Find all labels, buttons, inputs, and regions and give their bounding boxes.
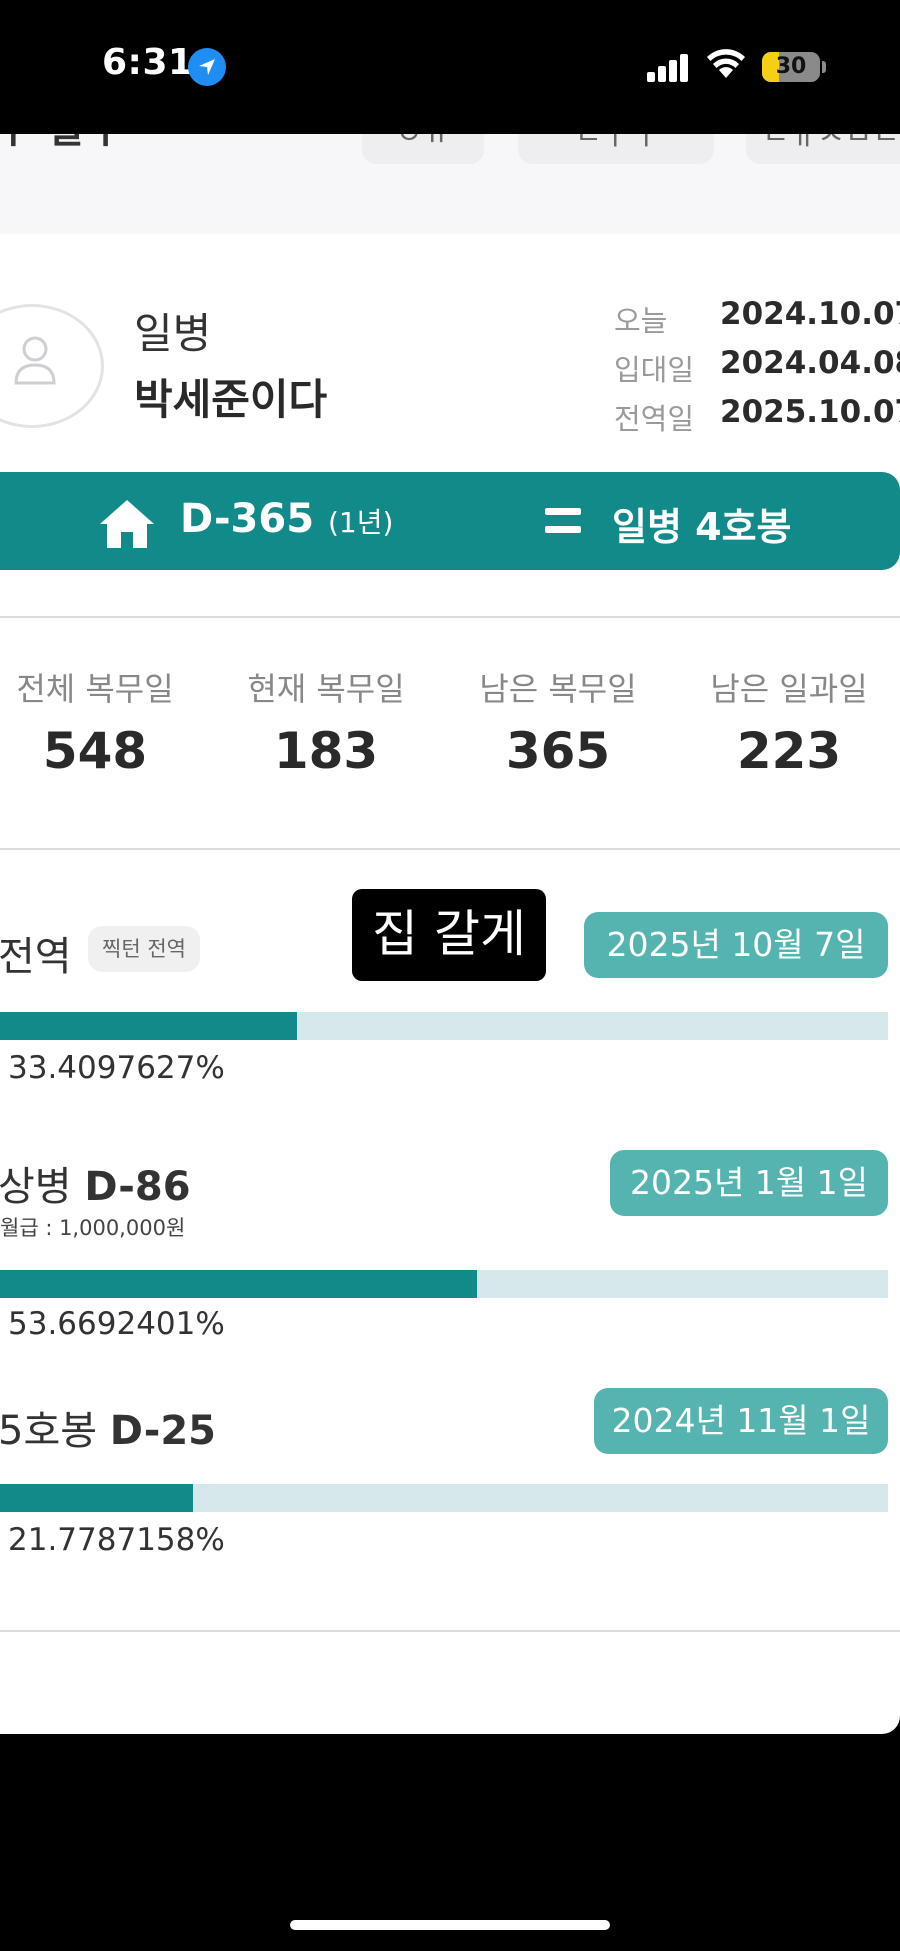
battery-cap (822, 61, 826, 73)
status-bar: 6:31 30 (0, 0, 900, 134)
discharge-date-badge[interactable]: 2025년 10월 7일 (584, 912, 888, 978)
promotion-progress-bar (0, 1270, 888, 1298)
dday-value: D-365 (180, 496, 315, 542)
promotion-date-badge[interactable]: 2025년 1월 1일 (610, 1150, 888, 1216)
stat-value: 183 (273, 722, 379, 780)
promotion-progress-fill (0, 1270, 477, 1298)
today-value: 2024.10.07 (720, 296, 900, 332)
promotion-rank: 상병 (0, 1164, 72, 1210)
pay-step: 일병 4호봉 (612, 505, 792, 549)
enlist-label: 입대일 (614, 353, 695, 387)
status-time: 6:31 (102, 42, 194, 83)
divider (0, 848, 900, 850)
app-header: ㅏ 일ㅕ ㅇㅠ ㄷㅏㅓ ㄷㅐㅅㅁㄷ (0, 134, 900, 234)
discharge-row-title: 전역 (0, 934, 72, 980)
salary-text: 월급 : 1,000,000원 (0, 1216, 186, 1240)
step-name: 5호봉 (0, 1408, 98, 1454)
home-icon (100, 500, 154, 548)
stat-label: 전체 복무일 (16, 670, 174, 708)
step-progress-fill (0, 1484, 194, 1512)
home-indicator[interactable] (290, 1920, 610, 1930)
stat-remaining-days: 남은 복무일 365 (468, 664, 648, 780)
stat-remaining-workdays: 남은 일과일 223 (699, 664, 879, 780)
user-icon (14, 336, 56, 385)
stat-label: 남은 일과일 (710, 670, 868, 708)
discharge-percent: 33.4097627% (8, 1050, 225, 1086)
step-percent: 21.7787158% (8, 1522, 225, 1558)
user-rank: 일병 (134, 309, 212, 358)
dday-counter: D-365 (1년) (180, 496, 393, 542)
avatar[interactable] (0, 304, 104, 428)
enlist-value: 2024.04.08 (720, 345, 900, 381)
discharge-value: 2025.10.07 (720, 394, 900, 430)
discharge-progress-bar (0, 1012, 888, 1040)
cellular-signal-icon (647, 52, 691, 82)
equals-icon (545, 508, 581, 533)
today-label: 오늘 (614, 304, 668, 338)
promotion-percent: 53.6692401% (8, 1306, 225, 1342)
service-card: 일병 박세준이다 오늘 2024.10.07 입대일 2024.04.08 전역… (0, 234, 900, 1734)
step-dday: D-25 (109, 1408, 216, 1454)
discharge-label: 전역일 (614, 402, 695, 436)
step-progress-bar (0, 1484, 888, 1512)
dday-banner: D-365 (1년) 일병 4호봉 (0, 472, 900, 570)
stat-total-days: 전체 복무일 548 (5, 664, 185, 780)
header-title: ㅏ 일ㅕ (0, 134, 120, 154)
stat-value: 223 (736, 722, 842, 780)
dday-years: (1년) (327, 506, 394, 539)
battery-level: 30 (775, 54, 807, 79)
stat-current-days: 현재 복무일 183 (236, 664, 416, 780)
step-row-title: 5호봉 D-25 (0, 1398, 216, 1456)
stat-value: 548 (42, 722, 148, 780)
discharge-progress-fill (0, 1012, 297, 1040)
divider (0, 1630, 900, 1632)
stat-value: 365 (505, 722, 611, 780)
promotion-dday: D-86 (84, 1164, 191, 1210)
discharge-type-chip[interactable]: 찍턴 전역 (88, 926, 200, 972)
location-arrow-icon (188, 48, 226, 86)
wifi-icon (707, 49, 745, 78)
battery-icon: 30 (762, 52, 820, 82)
user-name: 박세준이다 (134, 375, 328, 424)
step-date-badge[interactable]: 2024년 11월 1일 (594, 1388, 888, 1454)
top-tab-2[interactable]: ㄷㅏㅓ (518, 134, 714, 164)
top-tab-1[interactable]: ㅇㅠ (362, 134, 484, 164)
divider (0, 616, 900, 618)
promotion-row-title: 상병 D-86 (0, 1154, 191, 1212)
top-tab-3[interactable]: ㄷㅐㅅㅁㄷ (746, 134, 900, 164)
stat-label: 현재 복무일 (247, 670, 405, 708)
caption-overlay: 집 갈게 (352, 889, 546, 981)
stat-label: 남은 복무일 (479, 670, 637, 708)
